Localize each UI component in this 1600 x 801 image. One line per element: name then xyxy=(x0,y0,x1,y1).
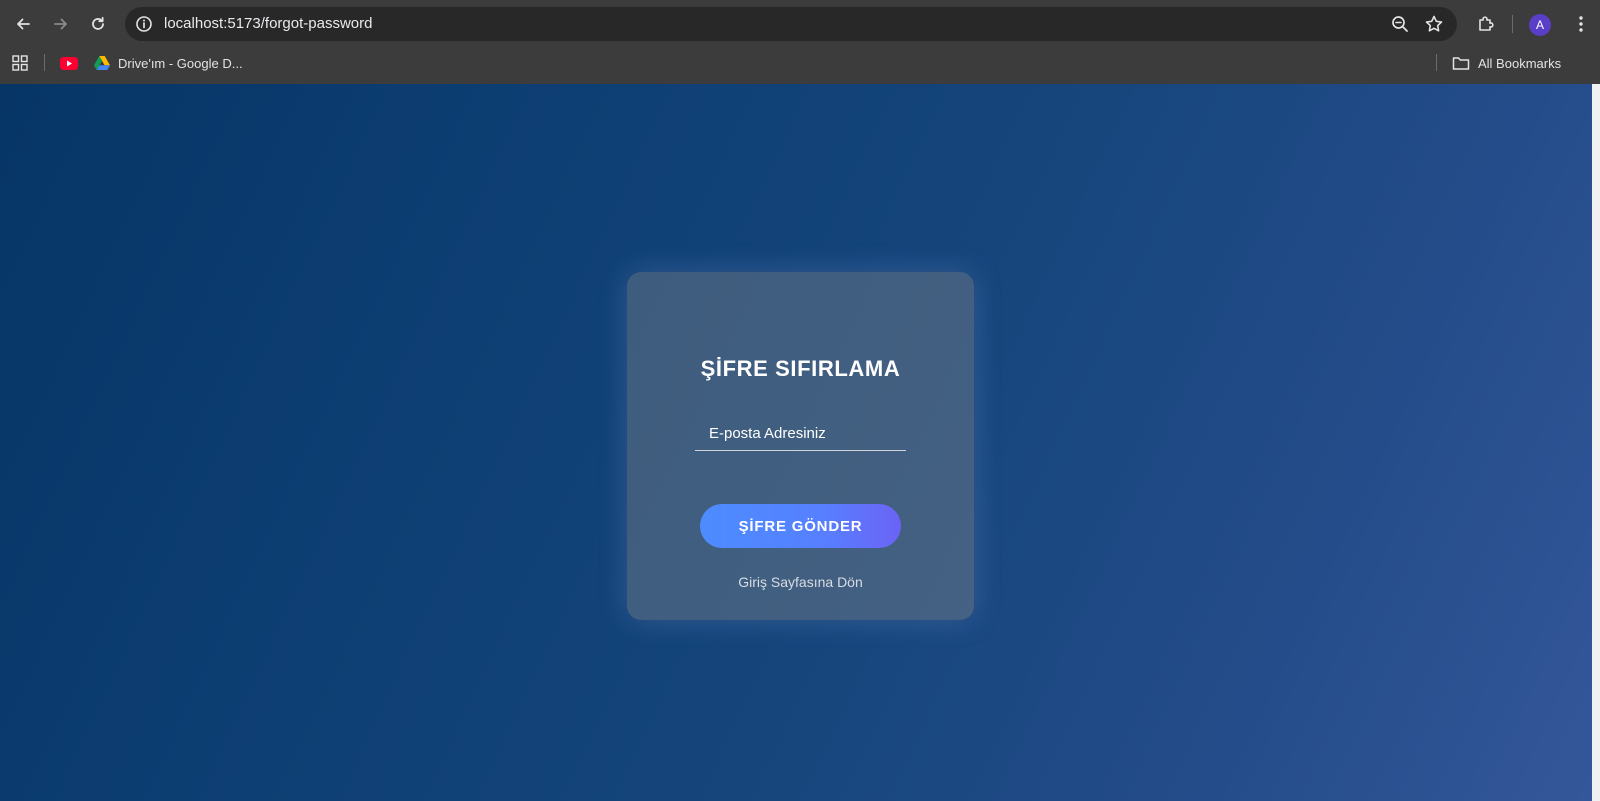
puzzle-icon xyxy=(1479,16,1494,31)
url-text[interactable]: localhost:5173/forgot-password xyxy=(164,7,372,41)
all-bookmarks-label: All Bookmarks xyxy=(1478,55,1562,71)
forgot-password-card: ŞİFRE SIFIRLAMA ŞİFRE GÖNDER Giriş Sayfa… xyxy=(627,272,974,620)
arrow-left-icon xyxy=(17,18,30,30)
youtube-icon xyxy=(60,56,78,70)
browser-chrome: localhost:5173/forgot-password A Drive'ı… xyxy=(0,0,1600,84)
zoom-out-icon[interactable] xyxy=(1390,14,1410,34)
profile-avatar[interactable]: A xyxy=(1529,14,1551,36)
email-field-wrapper xyxy=(695,416,906,451)
back-button[interactable] xyxy=(7,8,39,40)
bookmarks-divider xyxy=(44,54,45,71)
email-input[interactable] xyxy=(695,416,906,450)
folder-icon xyxy=(1452,56,1470,70)
send-password-button[interactable]: ŞİFRE GÖNDER xyxy=(700,504,901,548)
reload-icon xyxy=(92,16,104,30)
site-info-icon[interactable] xyxy=(135,15,153,33)
bookmarks-bar: Drive'ım - Google D... All Bookmarks xyxy=(0,48,1600,84)
page-title: ŞİFRE SIFIRLAMA xyxy=(700,356,901,381)
reload-button[interactable] xyxy=(82,8,114,40)
forward-button[interactable] xyxy=(45,8,77,40)
all-bookmarks-button[interactable]: All Bookmarks xyxy=(1452,48,1561,78)
bookmark-youtube[interactable] xyxy=(60,48,78,78)
page-viewport: ŞİFRE SIFIRLAMA ŞİFRE GÖNDER Giriş Sayfa… xyxy=(0,84,1592,801)
back-to-login-link[interactable]: Giriş Sayfasına Dön xyxy=(627,574,974,590)
address-bar[interactable]: localhost:5173/forgot-password xyxy=(125,7,1457,41)
browser-toolbar: localhost:5173/forgot-password A xyxy=(0,0,1600,48)
google-drive-icon xyxy=(94,56,110,70)
arrow-right-icon xyxy=(54,18,67,30)
bookmark-label: Drive'ım - Google D... xyxy=(118,55,243,71)
page-scrollbar[interactable] xyxy=(1592,84,1600,801)
kebab-menu-icon xyxy=(1579,16,1583,32)
toolbar-divider xyxy=(1512,15,1513,33)
browser-menu-button[interactable] xyxy=(1569,12,1593,36)
bookmarks-right-divider xyxy=(1436,54,1437,71)
extensions-button[interactable] xyxy=(1474,12,1498,36)
bookmark-google-drive[interactable]: Drive'ım - Google D... xyxy=(94,48,243,78)
apps-grid-icon xyxy=(12,55,28,71)
apps-button[interactable] xyxy=(12,48,28,78)
bookmark-star-icon[interactable] xyxy=(1424,14,1444,34)
